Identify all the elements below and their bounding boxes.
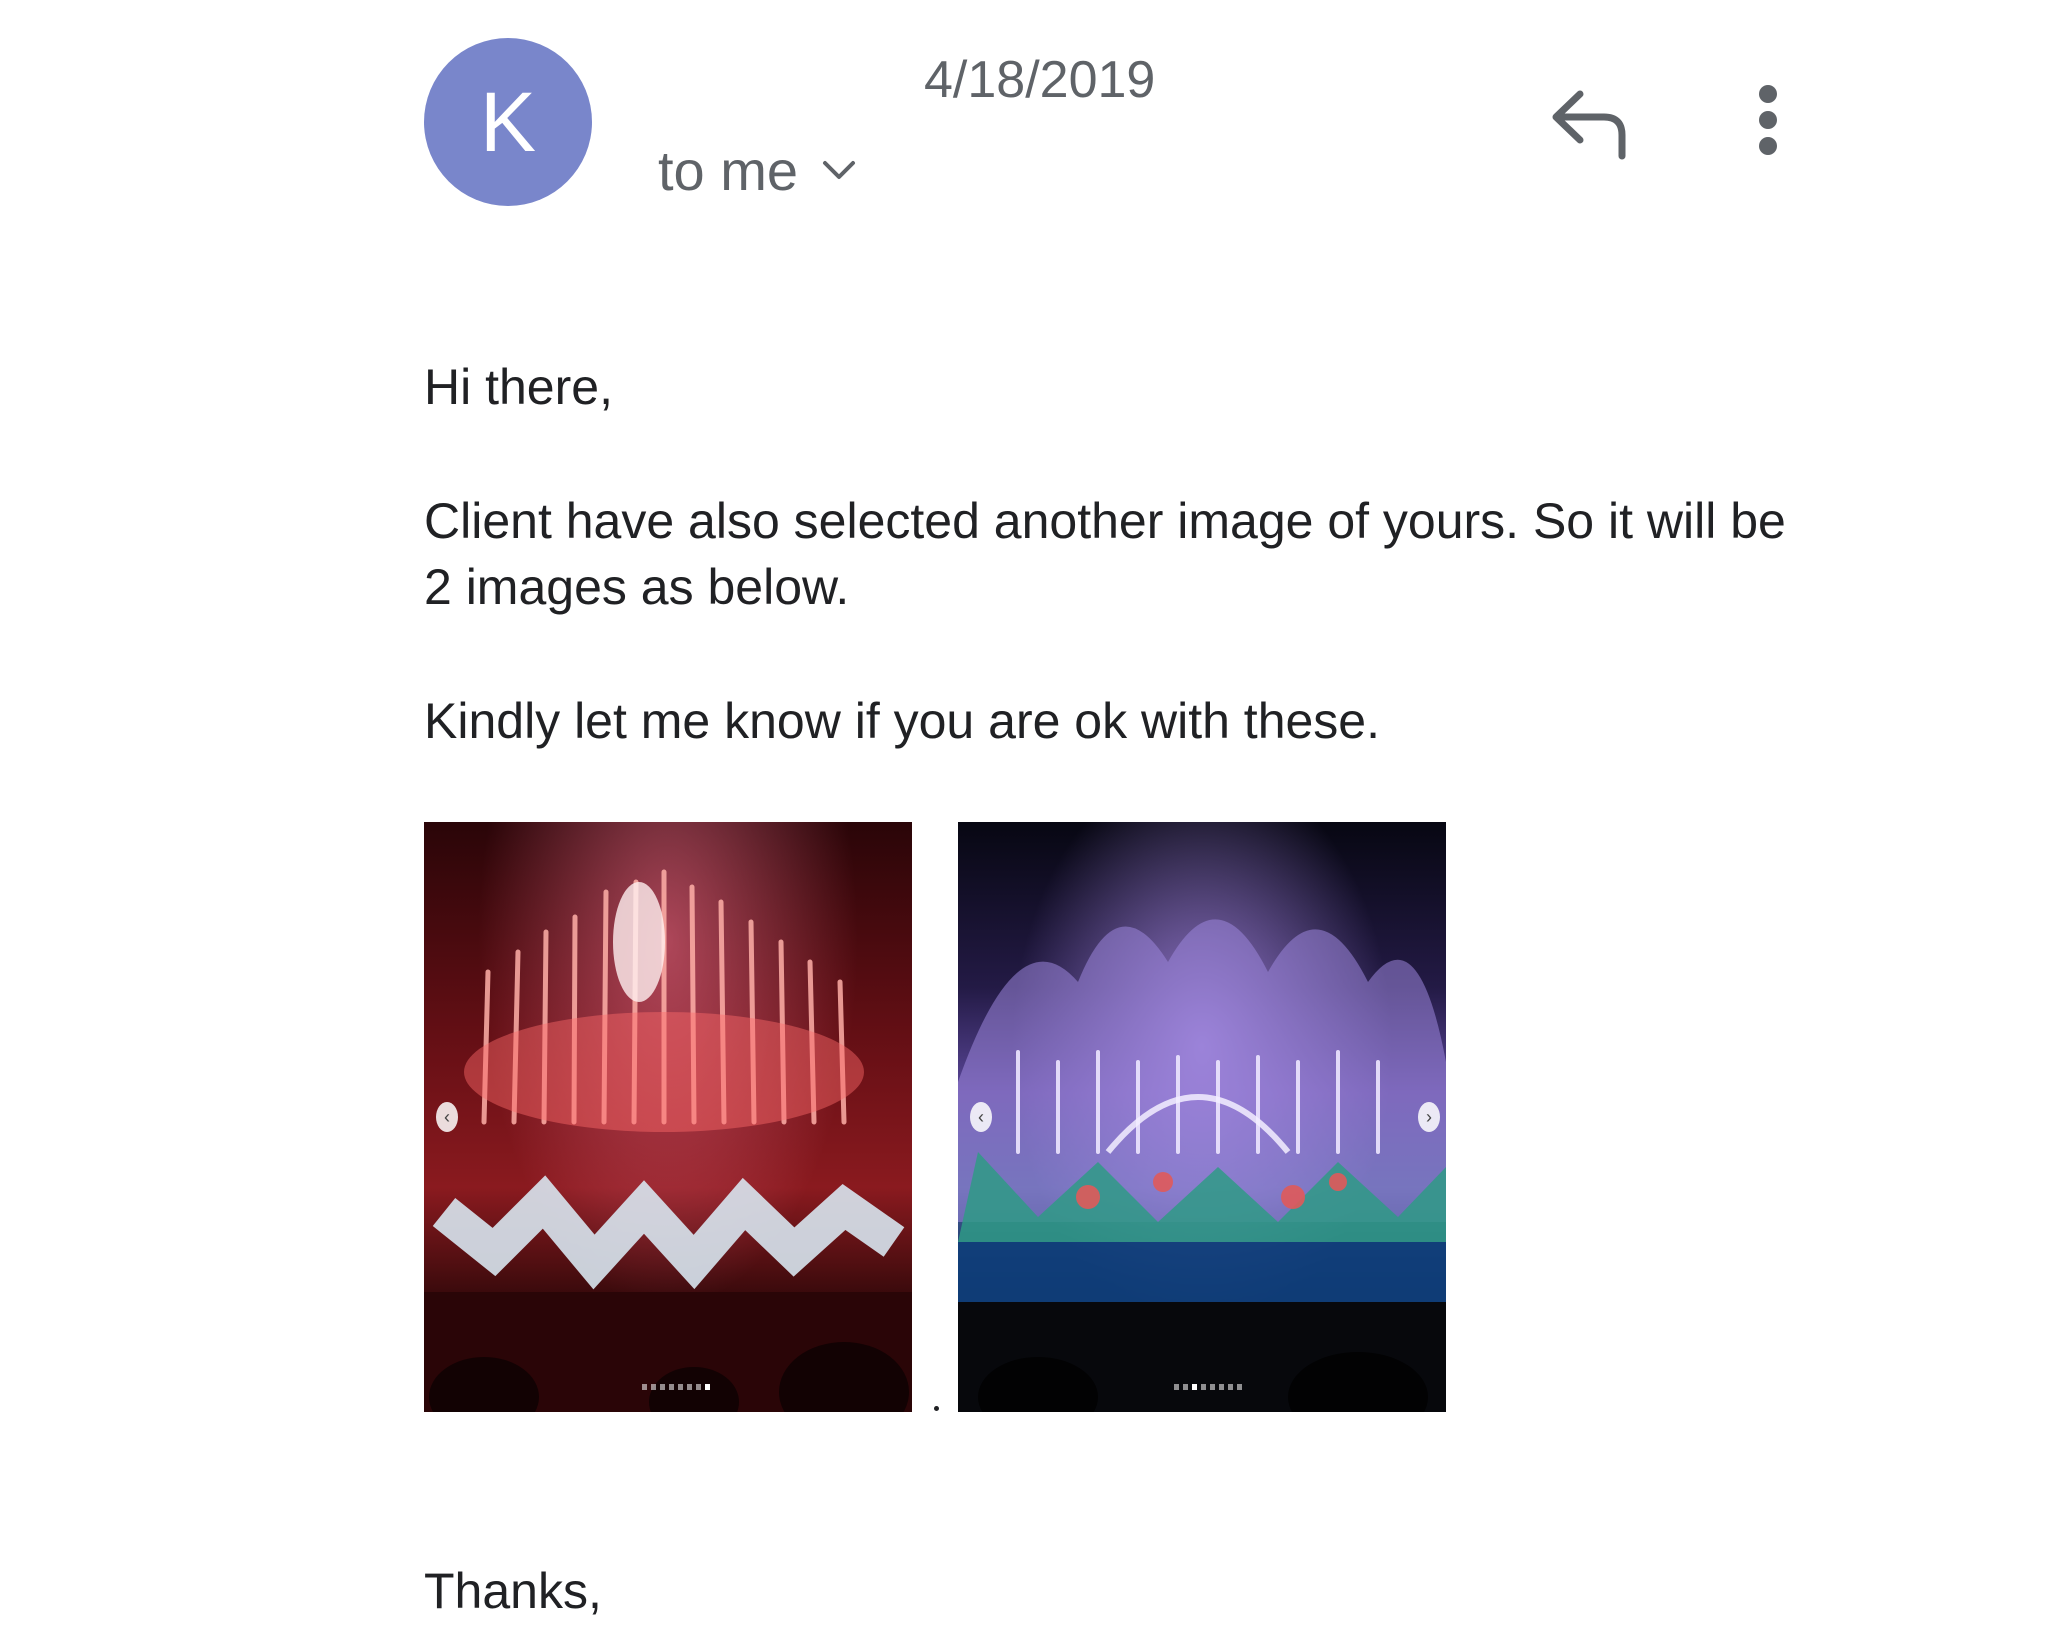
- carousel-dot: [1228, 1384, 1233, 1390]
- carousel-prev-button[interactable]: ‹: [436, 1102, 458, 1132]
- carousel-dot: [1237, 1384, 1242, 1390]
- carousel-indicator: [1174, 1384, 1242, 1390]
- carousel-dot: [678, 1384, 683, 1390]
- message-paragraph: Kindly let me know if you are ok with th…: [424, 693, 1381, 749]
- separator-dot: [934, 1406, 939, 1411]
- carousel-indicator: [642, 1384, 710, 1390]
- reply-button[interactable]: [1548, 84, 1634, 164]
- chevron-down-icon: [823, 161, 856, 179]
- carousel-dot: [660, 1384, 665, 1390]
- carousel-dot: [1219, 1384, 1224, 1390]
- carousel-prev-button[interactable]: ‹: [970, 1102, 992, 1132]
- sender-avatar[interactable]: K: [424, 38, 592, 206]
- chevron-left-icon: ‹: [444, 1107, 450, 1127]
- carousel-dot: [1210, 1384, 1215, 1390]
- message-paragraph: Client have also selected another image …: [424, 493, 1786, 615]
- message-signoff: Thanks,: [424, 1563, 602, 1619]
- carousel-dot: [1183, 1384, 1188, 1390]
- message-greeting: Hi there,: [424, 359, 613, 415]
- carousel-dot: [669, 1384, 674, 1390]
- inline-image-fireworks[interactable]: [424, 822, 912, 1412]
- chevron-left-icon: ‹: [978, 1107, 984, 1127]
- more-options-button[interactable]: [1744, 84, 1792, 156]
- carousel-dot: [642, 1384, 647, 1390]
- recipient-label: to me: [658, 138, 799, 202]
- reply-icon: [1552, 90, 1626, 160]
- carousel-dot: [687, 1384, 692, 1390]
- carousel-dot-active: [705, 1384, 710, 1390]
- message-date: 4/18/2019: [924, 51, 1156, 109]
- carousel-next-button[interactable]: ›: [1418, 1102, 1440, 1132]
- fountain-photo: [958, 919, 1446, 1412]
- carousel-dot: [651, 1384, 656, 1390]
- avatar-initial: K: [479, 75, 537, 169]
- recipient-details-toggle[interactable]: to me: [658, 138, 856, 202]
- more-vert-icon: [1759, 85, 1777, 155]
- carousel-dot: [696, 1384, 701, 1390]
- carousel-dot-active: [1192, 1384, 1197, 1390]
- inline-image-fountain[interactable]: [958, 822, 1446, 1412]
- carousel-dot: [1201, 1384, 1206, 1390]
- fireworks-photo: [424, 869, 912, 1412]
- carousel-dot: [1174, 1384, 1179, 1390]
- chevron-right-icon: ›: [1426, 1107, 1432, 1127]
